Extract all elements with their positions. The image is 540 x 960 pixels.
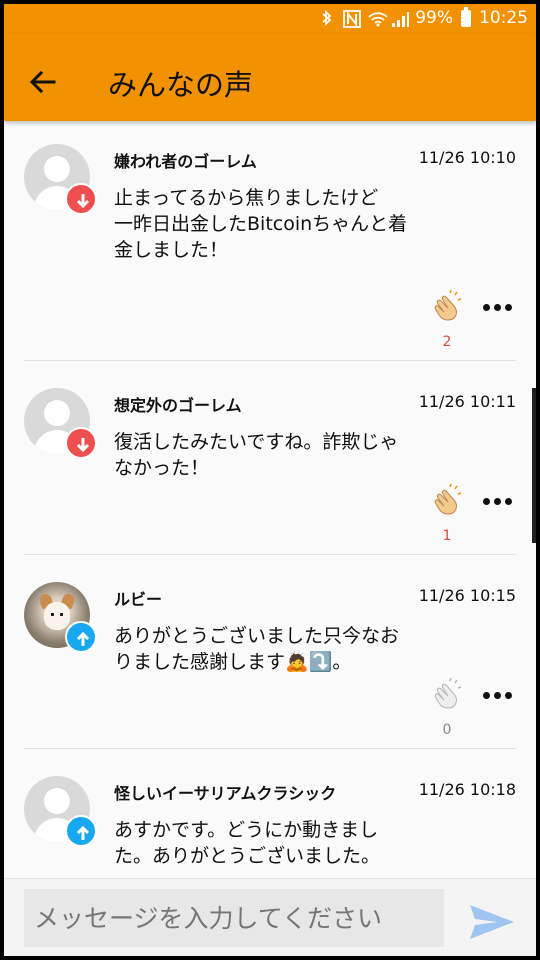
message-composer: [4, 878, 536, 956]
more-options-icon[interactable]: [483, 301, 513, 315]
back-arrow-icon[interactable]: [26, 66, 58, 98]
up-arrow-badge-icon: [65, 815, 97, 847]
clock: 10:25: [479, 8, 528, 28]
scrollbar[interactable]: [532, 388, 536, 543]
dog-face: [44, 602, 70, 630]
signal-icon: [391, 10, 410, 27]
app-screen: 99% 10:25 みんなの声 嫌われ者のゴーレム 11/26 10:10 止ま…: [4, 4, 536, 956]
send-icon[interactable]: [468, 903, 516, 941]
message-item: 怪しいイーサリアムクラシック 11/26 10:18 あすかです。どうにか動きま…: [4, 749, 536, 878]
message-input[interactable]: [24, 889, 444, 947]
status-icons: 99% 10:25: [319, 6, 528, 28]
user-name: 怪しいイーサリアムクラシック: [114, 784, 337, 803]
clap-icon[interactable]: [428, 483, 464, 519]
message-time: 11/26 10:11: [418, 392, 516, 411]
message-time: 11/26 10:15: [418, 586, 516, 605]
user-name: 想定外のゴーレム: [114, 396, 242, 415]
user-name: 嫌われ者のゴーレム: [114, 152, 257, 171]
bluetooth-icon: [319, 9, 335, 27]
more-options-icon[interactable]: [483, 689, 513, 703]
message-time: 11/26 10:10: [418, 148, 516, 167]
message-text: 止まってるから焦りましたけど 一昨日出金したBitcoinちゃんと着 金しました…: [114, 187, 408, 261]
up-arrow-badge-icon: [65, 621, 97, 653]
status-bar: 99% 10:25: [4, 4, 536, 34]
dog-eyes: [51, 613, 63, 616]
clap-count: 0: [442, 722, 452, 738]
clap-count: 1: [442, 528, 452, 544]
battery-icon: [461, 6, 471, 27]
message-text: あすかです。どうにか動きまし た。ありがとうございました。: [114, 819, 381, 867]
clap-count: 2: [442, 334, 452, 350]
message-text: ありがとうございました只今なお りました感謝します🙇⤵️。: [114, 625, 400, 673]
more-options-icon[interactable]: [483, 495, 513, 509]
clap-icon[interactable]: [428, 289, 464, 325]
message-item: ルビー 11/26 10:15 ありがとうございました只今なお りました感謝しま…: [4, 555, 536, 749]
battery-percent: 99%: [415, 8, 453, 28]
user-name: ルビー: [114, 590, 163, 609]
nfc-icon: [343, 10, 362, 28]
message-text: 復活したみたいですね。詐欺じゃ なかった！: [114, 431, 399, 479]
wifi-icon: [367, 10, 388, 27]
message-item: 嫌われ者のゴーレム 11/26 10:10 止まってるから焦りましたけど 一昨日…: [4, 121, 536, 361]
app-bar: みんなの声: [4, 34, 536, 121]
down-arrow-badge-icon: [65, 427, 97, 459]
page-title: みんなの声: [108, 68, 254, 102]
message-time: 11/26 10:18: [418, 780, 516, 799]
clap-icon[interactable]: [428, 677, 464, 713]
message-list[interactable]: 嫌われ者のゴーレム 11/26 10:10 止まってるから焦りましたけど 一昨日…: [4, 121, 536, 878]
down-arrow-badge-icon: [65, 183, 97, 215]
message-item: 想定外のゴーレム 11/26 10:11 復活したみたいですね。詐欺じゃ なかっ…: [4, 361, 536, 555]
